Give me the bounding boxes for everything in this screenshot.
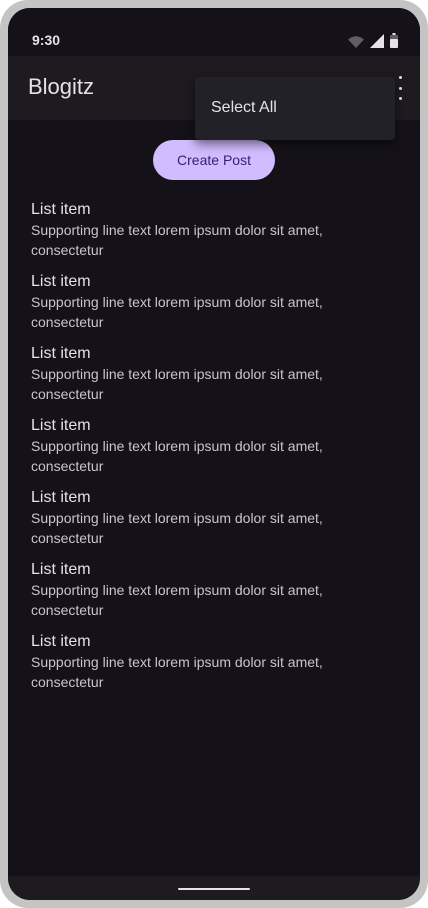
list-item-supporting-text: Supporting line text lorem ipsum dolor s… — [31, 438, 323, 474]
list-item[interactable]: List item Supporting line text lorem ips… — [31, 200, 391, 272]
list-item[interactable]: List item Supporting line text lorem ips… — [31, 560, 391, 632]
list-item-title: List item — [31, 273, 91, 290]
list-item[interactable]: List item Supporting line text lorem ips… — [31, 416, 391, 488]
status-time: 9:30 — [32, 32, 61, 48]
list-item[interactable]: List item Supporting line text lorem ips… — [31, 488, 391, 560]
wifi-icon — [348, 36, 364, 48]
list-item-supporting-text: Supporting line text lorem ipsum dolor s… — [31, 510, 323, 546]
list-item[interactable]: List item Supporting line text lorem ips… — [31, 632, 391, 704]
post-list: List item Supporting line text lorem ips… — [31, 200, 391, 704]
navigation-bar — [8, 876, 420, 900]
list-item-supporting-text: Supporting line text lorem ipsum dolor s… — [31, 654, 323, 690]
battery-icon — [390, 33, 398, 48]
list-item-title: List item — [31, 417, 91, 434]
list-item[interactable]: List item Supporting line text lorem ips… — [31, 344, 391, 416]
list-item-supporting-text: Supporting line text lorem ipsum dolor s… — [31, 222, 323, 258]
signal-icon — [370, 34, 384, 48]
screen: 9:30 Blogitz Select All Create Post List… — [8, 8, 420, 900]
list-item-supporting-text: Supporting line text lorem ipsum dolor s… — [31, 366, 323, 402]
status-bar: 9:30 — [8, 8, 420, 56]
list-item-title: List item — [31, 633, 91, 650]
app-title: Blogitz — [28, 74, 95, 99]
list-item[interactable]: List item Supporting line text lorem ips… — [31, 272, 391, 344]
list-item-title: List item — [31, 489, 91, 506]
list-item-supporting-text: Supporting line text lorem ipsum dolor s… — [31, 582, 323, 618]
list-item-title: List item — [31, 201, 91, 218]
menu-item-select-all[interactable]: Select All — [211, 99, 277, 117]
status-icons — [348, 33, 398, 48]
list-item-title: List item — [31, 561, 91, 578]
list-item-title: List item — [31, 345, 91, 362]
home-handle[interactable] — [178, 888, 250, 890]
create-post-button[interactable]: Create Post — [153, 140, 275, 180]
device-frame: 9:30 Blogitz Select All Create Post List… — [0, 0, 428, 908]
more-vert-icon[interactable] — [396, 76, 404, 100]
list-item-supporting-text: Supporting line text lorem ipsum dolor s… — [31, 294, 323, 330]
overflow-menu: Select All — [195, 77, 395, 140]
